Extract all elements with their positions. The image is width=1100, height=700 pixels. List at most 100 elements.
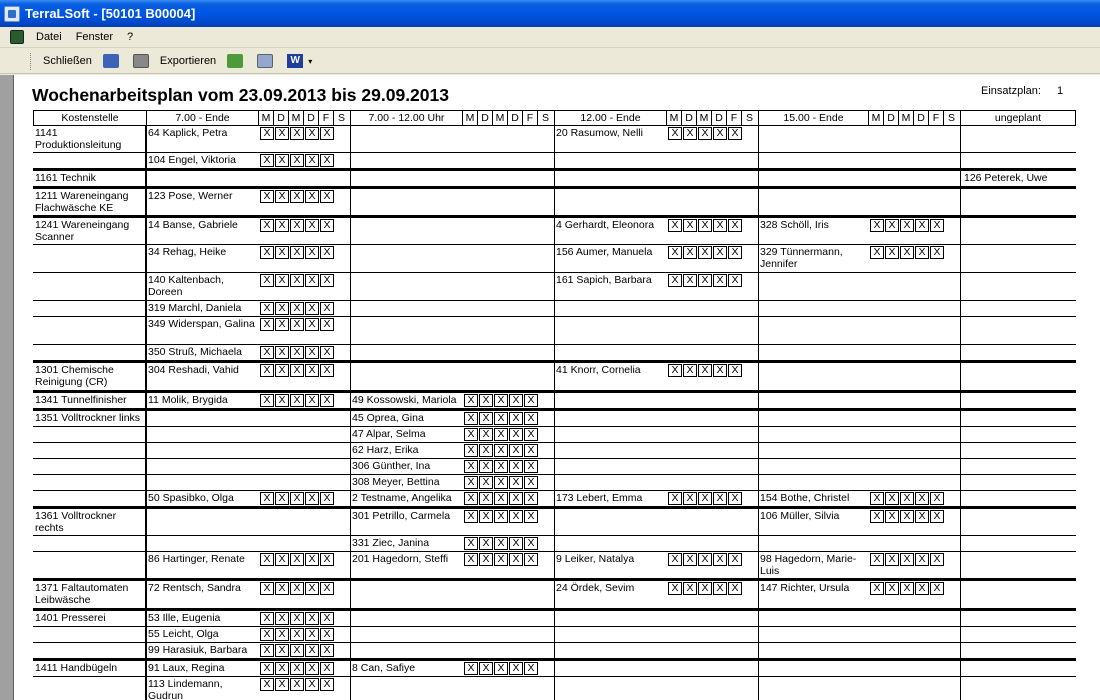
window-title-bar[interactable]: TerraLSoft - [50101 B00004] [0, 0, 1100, 27]
kostenstelle-cell: 1361 Volltrockner rechts [35, 510, 117, 534]
day-marks: XXXXX [464, 460, 539, 473]
day-mark: X [494, 492, 508, 505]
day-mark: X [464, 476, 478, 489]
column-separator [960, 643, 961, 658]
day-mark: X [524, 444, 538, 457]
day-mark: X [275, 553, 289, 566]
kostenstelle-cell [33, 643, 145, 644]
day-mark: X [494, 394, 508, 407]
day-mark: X [728, 274, 742, 287]
column-separator [554, 153, 555, 168]
day-mark: X [494, 428, 508, 441]
day-mark: X [260, 612, 274, 625]
close-button[interactable]: Schließen [39, 55, 96, 67]
day-mark: X [885, 246, 899, 259]
kostenstelle-cell [33, 475, 145, 476]
employee-cell: 173 Lebert, Emma [556, 492, 643, 504]
preview-button[interactable] [250, 54, 280, 68]
day-mark: X [290, 492, 304, 505]
day-mark: X [275, 219, 289, 232]
day-mark: X [305, 346, 319, 359]
table-row: 47 Alpar, Selma X X X X X [33, 427, 1076, 443]
document-window-icon[interactable] [10, 30, 24, 44]
column-separator [960, 536, 961, 551]
day-mark: X [683, 582, 697, 595]
column-separator [554, 345, 555, 360]
day-mark: X [668, 274, 682, 287]
word-icon: W [287, 54, 304, 68]
employee-cell [758, 317, 868, 318]
employee-cell [758, 301, 868, 302]
export-button[interactable]: Exportieren [156, 55, 220, 67]
header-days-shift4: MDMDFS [869, 111, 961, 125]
day-mark: X [698, 364, 712, 377]
menu-datei[interactable]: Datei [32, 31, 72, 43]
employee-cell [350, 218, 462, 219]
word-export-button[interactable]: W ▾ [280, 54, 316, 68]
employee-cell [350, 643, 462, 644]
employee-cell: 2 Testname, Angelika [352, 492, 452, 504]
day-marks: XXXXX [464, 428, 539, 441]
day-mark: X [290, 394, 304, 407]
day-mark: X [668, 127, 682, 140]
column-separator [960, 411, 961, 426]
employee-cell [554, 393, 666, 394]
report-page[interactable]: Wochenarbeitsplan vom 23.09.2013 bis 29.… [14, 75, 1100, 700]
day-mark: X [479, 510, 493, 523]
column-separator [554, 677, 555, 700]
day-mark: X [320, 553, 334, 566]
open-book-button[interactable] [96, 54, 126, 68]
column-separator [554, 459, 555, 474]
export-excel-button[interactable] [220, 54, 250, 68]
day-mark: X [305, 274, 319, 287]
column-separator [554, 301, 555, 316]
day-marks: XXXXX [260, 612, 335, 625]
ungeplant-cell [962, 245, 1075, 246]
column-separator [758, 443, 759, 458]
employee-cell [350, 317, 462, 318]
header-day-letter: F [523, 111, 538, 125]
kostenstelle-cell [33, 301, 145, 302]
employee-cell: 53 Ille, Eugenia [148, 612, 221, 624]
table-row: 1141 Produktionsleitung 64 Kaplick, Petra… [33, 126, 1076, 153]
table-row: 62 Harz, Erika X X X X X [33, 443, 1076, 459]
table-row: 306 Günther, Ina X X X X X [33, 459, 1076, 475]
day-marks: XXXXX [870, 510, 945, 523]
day-mark: X [305, 492, 319, 505]
kostenstelle-cell [33, 459, 145, 460]
day-marks: XXXXX [870, 553, 945, 566]
employee-cell: 156 Aumer, Manuela [556, 246, 653, 258]
employee-cell: 99 Harasiuk, Barbara [148, 644, 248, 656]
employee-cell [554, 443, 666, 444]
column-separator [758, 171, 759, 186]
table-row: 308 Meyer, Bettina X X X X X [33, 475, 1076, 491]
dropdown-arrow-icon[interactable]: ▾ [308, 57, 312, 66]
column-separator [350, 627, 351, 642]
day-mark: X [870, 492, 884, 505]
header-day-letter: D [478, 111, 493, 125]
day-mark: X [713, 553, 727, 566]
ungeplant-cell [962, 611, 1075, 612]
print-button[interactable] [126, 54, 156, 68]
menu-fenster[interactable]: Fenster [72, 31, 123, 43]
column-separator [758, 301, 759, 316]
kostenstelle-box [33, 627, 146, 642]
menu-help[interactable]: ? [123, 31, 143, 43]
day-mark: X [870, 553, 884, 566]
column-separator [758, 393, 759, 408]
employee-cell [350, 581, 462, 582]
day-mark: X [275, 364, 289, 377]
day-mark: X [305, 394, 319, 407]
header-day-letter: M [289, 111, 304, 125]
employee-cell [554, 475, 666, 476]
column-separator [350, 363, 351, 390]
ungeplant-cell [962, 218, 1075, 219]
ungeplant-cell [962, 393, 1075, 394]
column-separator [960, 475, 961, 490]
day-mark: X [479, 394, 493, 407]
toolbar-grip[interactable] [30, 52, 33, 70]
column-separator [960, 245, 961, 272]
column-separator [554, 443, 555, 458]
day-mark: X [728, 219, 742, 232]
day-mark: X [698, 582, 712, 595]
